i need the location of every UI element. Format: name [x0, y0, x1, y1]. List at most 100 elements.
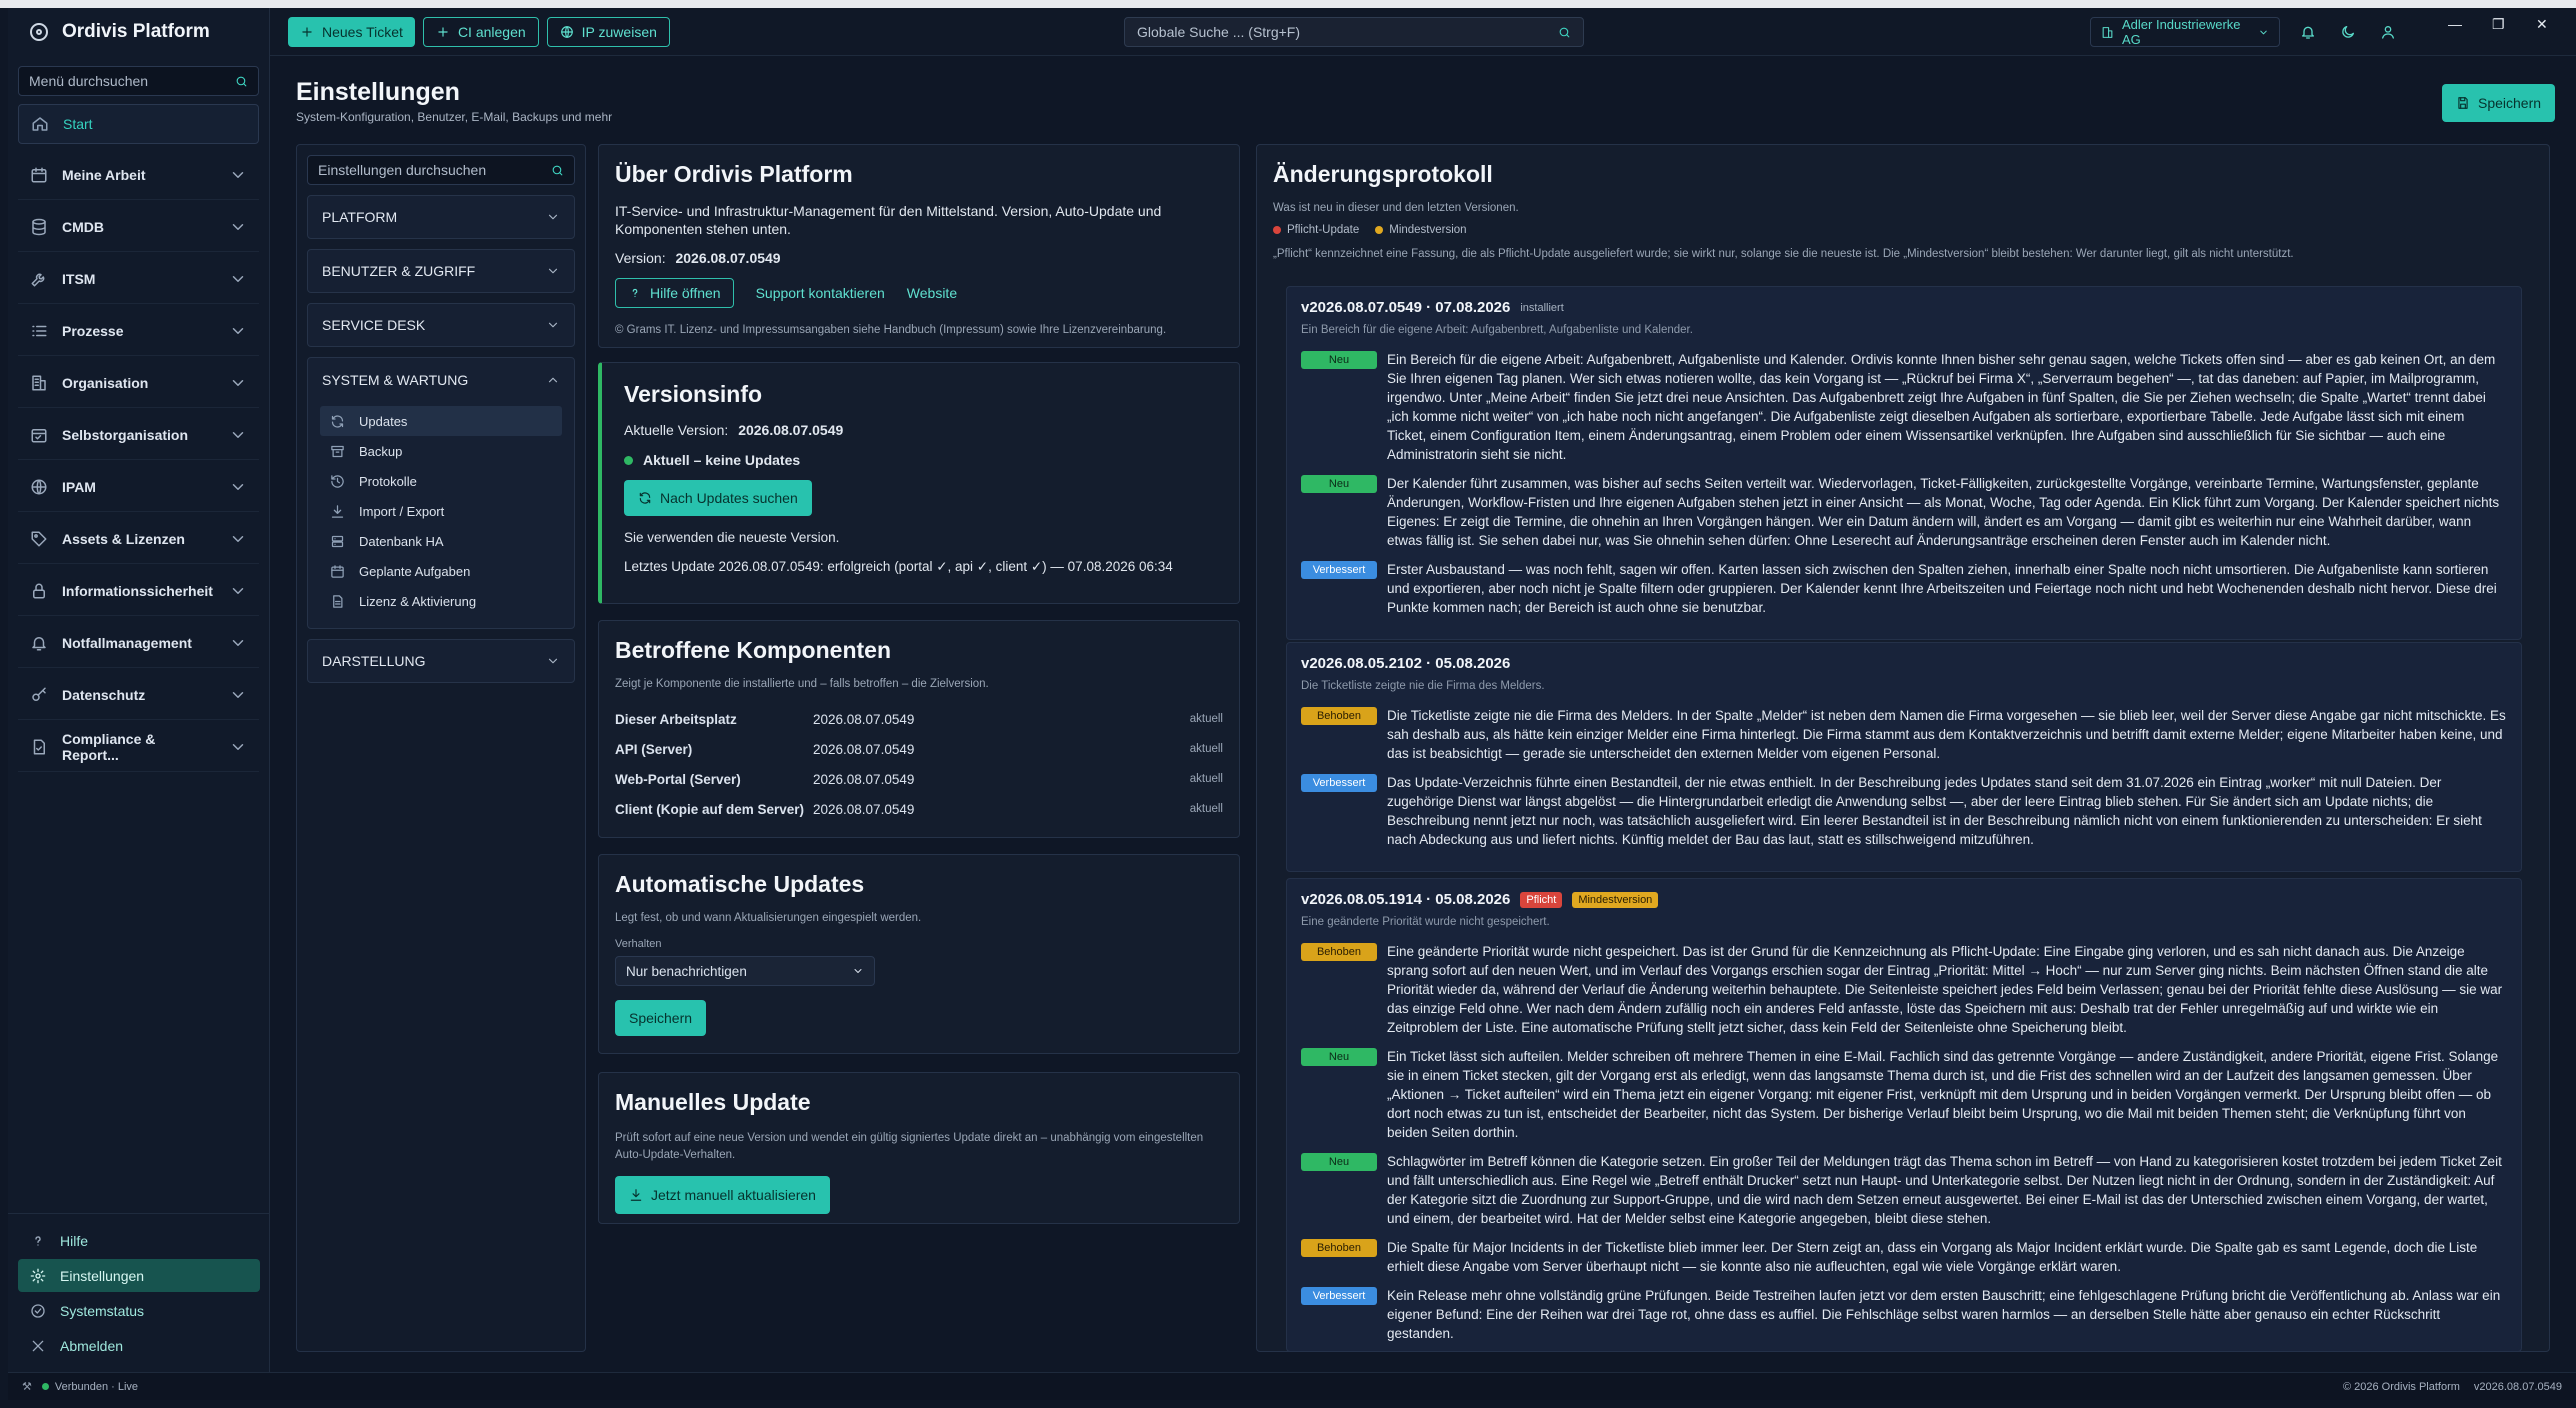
sidebar-item-datenschutz[interactable]: Datenschutz	[18, 670, 259, 720]
sidebar-item-ipam[interactable]: IPAM	[18, 462, 259, 512]
sidebar-item-organisation[interactable]: Organisation	[18, 358, 259, 408]
brand[interactable]: Ordivis Platform	[8, 8, 269, 56]
sidebar-item-abmelden[interactable]: Abmelden	[18, 1329, 260, 1362]
sidebar-item-label: Assets & Lizenzen	[62, 530, 185, 547]
change-text: Die Spalte für Major Incidents in der Ti…	[1387, 1240, 2478, 1274]
sidebar-item-systemstatus[interactable]: Systemstatus	[18, 1294, 260, 1327]
settings-section-system-header[interactable]: SYSTEM & WARTUNG	[308, 358, 574, 402]
change-badge: Verbessert	[1301, 1287, 1377, 1305]
sidebar-item-hilfe[interactable]: Hilfe	[18, 1224, 260, 1257]
entry-version: v2026.08.07.0549 · 07.08.2026	[1301, 299, 1511, 316]
about-card: Über Ordivis Platform IT-Service- und In…	[598, 144, 1240, 348]
website-link[interactable]: Website	[907, 285, 957, 301]
settings-item-geplante-aufgaben[interactable]: Geplante Aufgaben	[320, 556, 562, 586]
entry-installed-tag: installiert	[1520, 301, 1564, 314]
settings-item-label: Backup	[359, 443, 403, 459]
behavior-select[interactable]: Nur benachrichtigen	[615, 956, 875, 986]
sidebar-item-compliance[interactable]: Compliance & Report...	[18, 722, 259, 772]
component-name: Dieser Arbeitsplatz	[615, 711, 737, 727]
sidebar-item-label: Abmelden	[60, 1337, 124, 1354]
section-label: SYSTEM & WARTUNG	[322, 372, 469, 388]
table-row: Web-Portal (Server) 2026.08.07.0549 aktu…	[615, 764, 1223, 794]
minimize-button[interactable]: —	[2448, 16, 2462, 32]
legend-pflicht-label: Pflicht-Update	[1287, 224, 1360, 236]
behavior-select-value: Nur benachrichtigen	[626, 963, 747, 979]
save-button[interactable]: Speichern	[2442, 84, 2556, 122]
home-icon	[32, 117, 48, 131]
download-icon	[630, 1189, 642, 1201]
sidebar-item-cmdb[interactable]: CMDB	[18, 202, 259, 252]
sidebar-item-informationssicherheit[interactable]: Informationssicherheit	[18, 566, 259, 616]
about-description: IT-Service- und Infrastruktur-Management…	[615, 203, 1162, 237]
about-links: Hilfe öffnen Support kontaktieren Websit…	[615, 278, 1223, 308]
settings-item-lizenz[interactable]: Lizenz & Aktivierung	[320, 586, 562, 616]
settings-item-protokolle[interactable]: Protokolle	[320, 466, 562, 496]
auto-updates-title: Automatische Updates	[615, 871, 865, 897]
calendar-icon	[331, 564, 344, 578]
sidebar-item-label: Selbstorganisation	[62, 426, 189, 443]
support-link[interactable]: Support kontaktieren	[756, 285, 885, 301]
global-search-placeholder: Globale Suche ... (Strg+F)	[1137, 24, 1301, 40]
chevron-down-icon	[232, 171, 244, 178]
check-updates-button[interactable]: Nach Updates suchen	[624, 480, 812, 516]
chevron-down-icon	[232, 483, 244, 490]
change-text: Ein Ticket lässt sich aufteilen. Melder …	[1387, 1049, 2499, 1140]
tools-icon[interactable]: ⚒	[22, 1380, 32, 1393]
history-icon	[331, 474, 344, 488]
legend-mindest-dot	[1375, 226, 1384, 234]
sidebar-item-selbstorganisation[interactable]: Selbstorganisation	[18, 410, 259, 460]
sidebar-item-label: Compliance & Report...	[62, 730, 156, 763]
change-item: Verbessert Erster Ausbaustand — was noch …	[1301, 560, 2507, 617]
settings-item-label: Geplante Aufgaben	[359, 563, 471, 579]
chevron-down-icon	[548, 214, 558, 220]
change-badge: Neu	[1301, 475, 1377, 493]
settings-item-updates[interactable]: Updates	[320, 406, 562, 436]
settings-section-platform[interactable]: PLATFORM	[307, 195, 575, 239]
theme-toggle-button[interactable]	[2340, 24, 2356, 43]
window-close-button[interactable]: ✕	[2536, 16, 2548, 33]
settings-section-benutzer[interactable]: BENUTZER & ZUGRIFF	[307, 249, 575, 293]
download-icon	[331, 504, 344, 518]
settings-item-label: Import / Export	[359, 503, 445, 519]
settings-section-darstellung[interactable]: DARSTELLUNG	[307, 639, 575, 683]
footer-version: v2026.08.07.0549	[2473, 1380, 2562, 1393]
sidebar-item-prozesse[interactable]: Prozesse	[18, 306, 259, 356]
settings-section-service-desk[interactable]: SERVICE DESK	[307, 303, 575, 347]
sidebar-item-notfallmanagement[interactable]: Notfallmanagement	[18, 618, 259, 668]
tenant-selector[interactable]: Adler Industriewerke AG	[2090, 17, 2280, 47]
sidebar-item-assets[interactable]: Assets & Lizenzen	[18, 514, 259, 564]
sidebar-item-einstellungen[interactable]: Einstellungen	[18, 1259, 260, 1292]
sidebar-bottom: Hilfe Einstellungen Systemstatus Abmelde…	[8, 1213, 270, 1372]
legend-pflicht-dot	[1273, 226, 1281, 234]
settings-item-import-export[interactable]: Import / Export	[320, 496, 562, 526]
gear-icon	[30, 1268, 46, 1283]
changelog-legend: Pflicht-Update Mindestversion	[1273, 224, 2533, 236]
settings-item-backup[interactable]: Backup	[320, 436, 562, 466]
change-badge: Neu	[1301, 1048, 1377, 1066]
change-badge: Behoben	[1301, 707, 1377, 725]
chevron-down-icon	[232, 431, 244, 438]
help-button[interactable]: Hilfe öffnen	[615, 278, 734, 308]
user-menu-button[interactable]	[2380, 24, 2396, 43]
global-search-input[interactable]: Globale Suche ... (Strg+F)	[1124, 17, 1584, 47]
sidebar-item-start[interactable]: Start	[18, 104, 259, 144]
auto-updates-save-button[interactable]: Speichern	[615, 1000, 707, 1036]
change-item: Behoben Die Spalte für Major Incidents in…	[1301, 1238, 2507, 1276]
maximize-button[interactable]: ❐	[2492, 16, 2505, 33]
table-row: Client (Kopie auf dem Server) 2026.08.07…	[615, 794, 1223, 824]
ip-zuweisen-button[interactable]: IP zuweisen	[546, 16, 670, 47]
page-title: Einstellungen	[296, 78, 460, 106]
settings-search-input[interactable]: Einstellungen durchsuchen	[307, 155, 575, 185]
entry-summary: Eine geänderte Priorität wurde nicht ges…	[1301, 916, 1550, 928]
settings-item-datenbank-ha[interactable]: Datenbank HA	[320, 526, 562, 556]
notifications-button[interactable]	[2300, 24, 2316, 43]
new-ticket-button[interactable]: Neues Ticket	[288, 16, 415, 47]
manual-update-button[interactable]: Jetzt manuell aktualisieren	[615, 1176, 830, 1214]
ci-anlegen-button[interactable]: CI anlegen	[422, 16, 539, 47]
component-state: aktuell	[1189, 713, 1223, 725]
change-item: Neu Schlagwörter im Betreff können die Ka…	[1301, 1152, 2507, 1228]
sidebar-item-label: CMDB	[62, 218, 104, 235]
sidebar-item-itsm[interactable]: ITSM	[18, 254, 259, 304]
sidebar-item-meine-arbeit[interactable]: Meine Arbeit	[18, 150, 259, 200]
menu-search-input[interactable]: Menü durchsuchen	[18, 66, 259, 96]
